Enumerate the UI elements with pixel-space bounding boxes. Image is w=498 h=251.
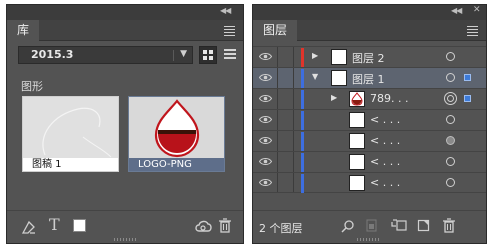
layers-panel: ◀◀ ✕ 图层 ▶ 图层 2 ▼ 图层 1 ▶ 789. . . < . . .… [252, 4, 487, 244]
layer-color-bar [301, 153, 304, 172]
locate-object-icon[interactable] [341, 219, 355, 233]
libraries-panel: ◀◀ 库 2015.3 ▼ 图形 图稿 1 LOGO-PNG T [6, 4, 244, 244]
eye-icon[interactable] [259, 52, 272, 61]
layer-color-bar [301, 69, 304, 88]
layer-thumbnail [349, 175, 365, 191]
section-label-graphics: 图形 [21, 80, 43, 93]
panel-top-strip: ◀◀ ✕ [253, 5, 486, 20]
library-item-label: LOGO-PNG [129, 158, 224, 171]
eye-icon[interactable] [259, 157, 272, 166]
expand-arrow-icon[interactable]: ▶ [312, 51, 318, 60]
layers-tab-bar: 图层 [253, 20, 486, 41]
layer-name[interactable]: < . . . [370, 176, 400, 189]
add-color-swatch[interactable] [73, 219, 86, 232]
layer-name[interactable]: 789. . . [370, 92, 408, 105]
layer-row[interactable]: < . . . [253, 130, 486, 151]
layer-name[interactable]: 图层 2 [352, 50, 385, 66]
trash-icon[interactable] [218, 218, 232, 233]
new-sublayer-icon[interactable] [391, 219, 407, 232]
layer-thumbnail [331, 70, 347, 86]
creative-cloud-icon[interactable] [194, 219, 212, 233]
logo-thumbnail-icon [351, 92, 363, 106]
eye-icon[interactable] [259, 136, 272, 145]
layer-color-bar [301, 174, 304, 193]
list-view-button[interactable] [221, 46, 239, 64]
artwork-thumbnail-icon [42, 107, 112, 158]
eye-icon[interactable] [259, 178, 272, 187]
panel-menu-icon[interactable] [467, 26, 478, 38]
trash-icon[interactable] [442, 218, 456, 233]
layer-row[interactable]: < . . . [253, 172, 486, 193]
layer-color-bar [301, 111, 304, 130]
close-icon[interactable]: ✕ [473, 5, 481, 15]
library-select[interactable]: 2015.3 ▼ [18, 46, 193, 64]
library-footer: T [7, 210, 243, 243]
new-layer-icon[interactable] [417, 219, 430, 232]
layer-thumbnail [349, 133, 365, 149]
eye-icon[interactable] [259, 73, 272, 82]
layer-thumbnail [349, 91, 365, 107]
tab-layers[interactable]: 图层 [253, 20, 298, 41]
layer-row[interactable]: < . . . [253, 151, 486, 172]
target-circle-icon[interactable] [446, 115, 455, 124]
eye-icon[interactable] [259, 94, 272, 103]
target-circle-icon[interactable] [446, 157, 455, 166]
layer-name[interactable]: < . . . [370, 134, 400, 147]
add-text-icon[interactable]: T [49, 215, 60, 234]
layer-color-bar [301, 90, 304, 109]
expand-arrow-icon[interactable]: ▼ [312, 72, 318, 81]
layer-thumbnail [349, 154, 365, 170]
layer-thumbnail [331, 49, 347, 65]
layer-color-bar [301, 48, 304, 67]
layer-row[interactable]: ▶ 图层 2 [253, 46, 486, 67]
library-item-artwork[interactable]: 图稿 1 [22, 96, 119, 172]
target-circle-icon[interactable] [446, 178, 455, 187]
chevron-down-icon[interactable]: ▼ [180, 49, 187, 59]
collapse-panel-icon[interactable]: ◀◀ [451, 6, 462, 15]
layer-row[interactable]: ▶ 789. . . [253, 88, 486, 109]
panel-top-strip: ◀◀ [7, 5, 243, 20]
layer-color-bar [301, 132, 304, 151]
resize-grip[interactable] [357, 238, 379, 241]
layers-footer: 2 个图层 [253, 210, 486, 243]
target-circle-icon[interactable] [446, 136, 455, 145]
expand-arrow-icon[interactable]: ▶ [331, 93, 337, 102]
layer-name[interactable]: 图层 1 [352, 71, 385, 87]
layer-name[interactable]: < . . . [370, 113, 400, 126]
panel-menu-icon[interactable] [224, 26, 235, 38]
eye-icon[interactable] [259, 115, 272, 124]
tab-library[interactable]: 库 [7, 20, 40, 41]
target-circle-icon[interactable] [444, 92, 457, 105]
layer-thumbnail [349, 112, 365, 128]
selection-indicator[interactable] [464, 95, 471, 102]
library-select-value: 2015.3 [31, 48, 74, 61]
clipping-mask-icon[interactable] [366, 219, 378, 232]
layer-count: 2 个图层 [259, 222, 303, 235]
selection-indicator[interactable] [464, 74, 471, 81]
logo-thumbnail-icon [154, 99, 200, 158]
layer-row[interactable]: < . . . [253, 109, 486, 130]
library-item-label: 图稿 1 [23, 158, 118, 171]
library-item-logo[interactable]: LOGO-PNG [128, 96, 225, 172]
target-circle-icon[interactable] [446, 52, 455, 61]
target-circle-icon[interactable] [446, 73, 455, 82]
add-graphic-icon[interactable] [21, 219, 37, 235]
collapse-panel-icon[interactable]: ◀◀ [220, 6, 231, 15]
resize-grip[interactable] [114, 238, 136, 241]
layer-name[interactable]: < . . . [370, 155, 400, 168]
layer-row-selected[interactable]: ▼ 图层 1 [253, 67, 486, 88]
library-tab-bar: 库 [7, 20, 243, 41]
grid-view-button[interactable] [199, 46, 217, 64]
